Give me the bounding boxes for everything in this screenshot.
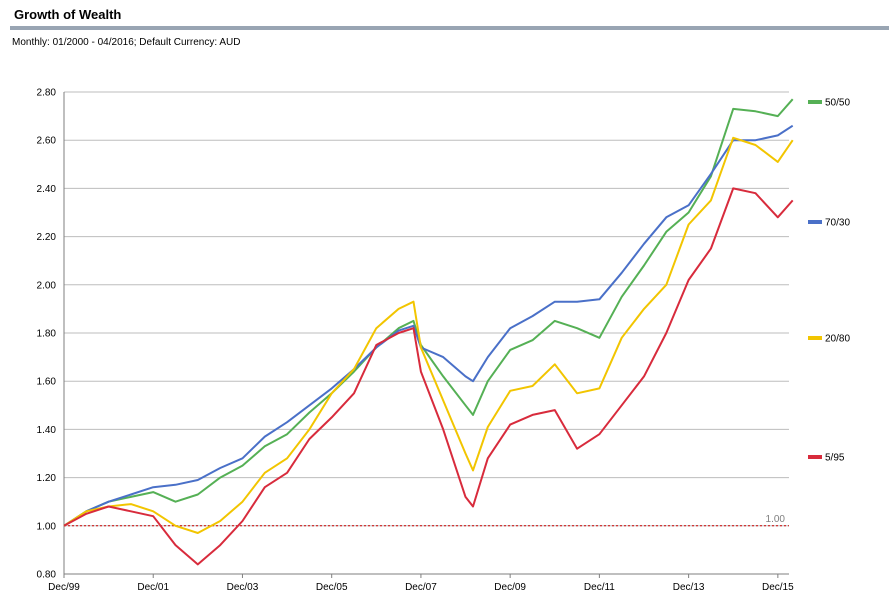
growth-of-wealth-chart: 0.80 1.00 1.20 1.40 1.60 1.80 2.00 2.20 2.40 2.60… [37,88,851,594]
x-tick-label: Dec/01 [137,582,169,593]
series-line-70-30 [63,124,794,527]
x-tick-label: Dec/11 [584,582,615,593]
series-line-20-80 [63,136,794,534]
x-tick-label: Dec/05 [316,582,348,593]
y-tick-label: 2.80 [37,88,57,99]
legend-swatch-70-30 [808,220,822,224]
x-tick-label: Dec/03 [227,582,259,593]
legend-label-5-95: 5/95 [825,453,845,464]
legend-label-50-50: 50/50 [825,98,850,109]
legend-label-20-80: 20/80 [825,334,850,345]
y-tick-label: 1.80 [37,329,57,340]
series-lines [63,98,794,566]
reference-line-label: 1.00 [766,514,786,525]
y-tick-label: 1.40 [37,425,57,436]
legend-label-70-30: 70/30 [825,218,850,229]
x-tick-label: Dec/15 [762,582,794,593]
y-axis: 0.80 1.00 1.20 1.40 1.60 1.80 2.00 2.20 2.40 2.60… [37,88,789,581]
x-tick-label: Dec/07 [405,582,437,593]
y-tick-label: 2.20 [37,232,57,243]
x-tick-label: Dec/99 [48,582,80,593]
series-line-50-50 [63,98,794,527]
y-tick-label: 2.60 [37,136,57,147]
grid-lines [64,91,789,575]
y-tick-label: 1.60 [37,377,57,388]
legend-swatch-50-50 [808,100,822,104]
x-tick-label: Dec/13 [673,582,705,593]
x-axis: Dec/99 Dec/01 Dec/03 Dec/05 Dec/07 Dec/09 Dec/… [48,574,794,593]
legend-swatch-20-80 [808,336,822,340]
y-tick-label: 2.00 [37,280,57,291]
legend-swatch-5-95 [808,455,822,459]
y-tick-label: 0.80 [37,570,57,581]
y-tick-label: 1.00 [37,521,57,532]
y-tick-label: 2.40 [37,184,57,195]
x-tick-label: Dec/09 [494,582,526,593]
legend: 50/50 70/30 20/80 5/95 [808,98,850,464]
series-line-5-95 [63,187,794,566]
y-tick-label: 1.20 [37,473,57,484]
